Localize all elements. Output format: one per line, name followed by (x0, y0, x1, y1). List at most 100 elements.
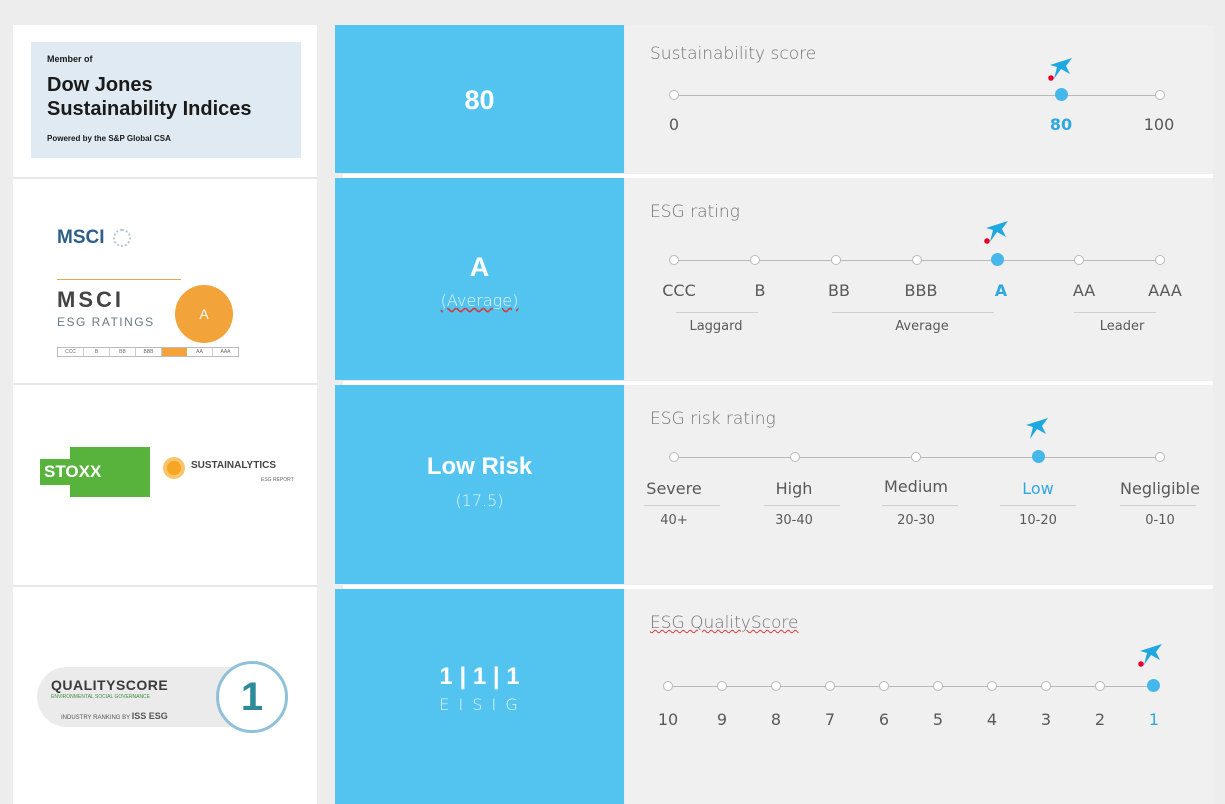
scale-node-a (991, 253, 1004, 266)
msci-wordmark: MSCI (57, 227, 131, 249)
stoxx-brand-text: STOXX (44, 462, 102, 481)
msci-logo: MSCI MSCI ESG RATINGS A CCC B BB BBB A A… (13, 185, 317, 380)
rating-cell-qualityscore: ESG QualityScore 10 9 8 7 6 5 4 3 2 1 (626, 589, 1213, 804)
tick-label: Medium (884, 477, 948, 496)
tick-label: Negligible (1120, 479, 1200, 498)
tick-label: 10 (657, 710, 679, 729)
tick-label: Severe (646, 479, 702, 498)
scale-node-medium (911, 452, 921, 462)
msci-esg-sub: ESG RATINGS (57, 315, 155, 329)
logo-column: Member of Dow Jones Sustainability Indic… (13, 25, 317, 804)
rating-cell-sustainability: Sustainability score 0 80 100 (626, 25, 1213, 173)
msci-scale-b: B (84, 348, 110, 356)
djsi-logo: Member of Dow Jones Sustainability Indic… (31, 42, 301, 158)
group-label: Leader (1099, 319, 1145, 334)
caixabank-star-icon (1048, 58, 1072, 81)
score-sub: (Average) (440, 291, 519, 310)
djsi-title-1: Dow Jones (47, 74, 153, 96)
caixabank-star-icon (1138, 644, 1162, 667)
scale-node-high (790, 452, 800, 462)
tick-label: 4 (986, 710, 998, 729)
djsi-member-of: Member of (47, 54, 93, 64)
score-sub: (17.5) (455, 491, 504, 510)
msci-badge-text: A (199, 306, 209, 322)
scale-node-5 (933, 681, 943, 691)
tick-label: 2 (1094, 710, 1106, 729)
msci-globe-icon (112, 228, 131, 247)
qualityscore-provider: INDUSTRY RANKING BY ISS ESG (61, 711, 168, 721)
scale-node-4 (987, 681, 997, 691)
msci-scale-ccc: CCC (58, 348, 84, 356)
sustainalytics-brand: SUSTAINALYTICS (191, 460, 277, 471)
tick-label-active: A (994, 281, 1008, 300)
msci-esg-brand: MSCI (57, 287, 124, 312)
score-value: 1 | 1 | 1 (439, 663, 520, 690)
tick-label: 7 (824, 710, 836, 729)
score-cell-sustainability: 80 (335, 25, 624, 173)
rating-title: ESG QualityScore (650, 613, 799, 633)
tick-label: 0 (668, 115, 680, 134)
msci-scale-aaa: AAA (220, 349, 231, 355)
qualityscore-tagline: ENVIRONMENTAL SOCIAL GOVERNANCE (51, 694, 150, 700)
tick-label-active: 1 (1148, 710, 1160, 729)
range-label: 30-40 (775, 513, 813, 528)
caixabank-star-icon (1026, 418, 1048, 439)
rating-cell-esg-risk: ESG risk rating Severe High Medium Low N… (626, 385, 1213, 584)
score-cell-qualityscore: 1 | 1 | 1 E I S I G (335, 589, 624, 804)
caixabank-star-icon (984, 221, 1008, 244)
scale-node-low (1032, 450, 1045, 463)
range-label: 40+ (660, 513, 688, 528)
msci-wordmark-text: MSCI (57, 227, 105, 248)
scale-node-aaa (1155, 255, 1165, 265)
scale-node-bb (831, 255, 841, 265)
msci-scale-bb: BB (110, 348, 136, 356)
scale-node-80 (1055, 88, 1068, 101)
scale-node-negligible (1155, 452, 1165, 462)
msci-scale-bbb: BBB (136, 348, 162, 356)
tick-label: 9 (716, 710, 728, 729)
qualityscore-brand: QUALITYSCORE (51, 677, 169, 693)
msci-scale-aa: AA (187, 348, 213, 356)
tick-label: BBB (904, 281, 938, 300)
scale-node-1 (1147, 679, 1160, 692)
msci-scale-a: A (162, 348, 187, 356)
qualityscore-logo: QUALITYSCORE ENVIRONMENTAL SOCIAL GOVERN… (13, 589, 317, 804)
scale-node-3 (1041, 681, 1051, 691)
tick-label: BB (828, 281, 850, 300)
sustainalytics-sub: ESG REPORT (261, 477, 294, 483)
tick-label: High (775, 479, 813, 498)
rating-cell-esg-rating: ESG rating CCC B BB BBB A AA AAA Laggard… (626, 178, 1213, 380)
tick-label: 100 (1143, 115, 1175, 134)
qualityscore-provider-text: INDUSTRY RANKING BY (61, 715, 131, 721)
djsi-title-2: Sustainability Indices (47, 98, 252, 120)
stoxx-block-top (70, 447, 150, 459)
scale-node-6 (879, 681, 889, 691)
qualityscore-badge: 1 (216, 661, 288, 733)
qualityscore-badge-text: 1 (240, 675, 264, 719)
scale-node-10 (663, 681, 673, 691)
scale-node-b (750, 255, 760, 265)
rating-title: Sustainability score (650, 44, 817, 64)
tick-label: 3 (1040, 710, 1052, 729)
scale-node-severe (669, 452, 679, 462)
sustainalytics-sun-icon (163, 457, 185, 479)
scale-node-100 (1155, 90, 1165, 100)
score-cell-esg-rating: A (Average) (335, 178, 624, 380)
score-value: 80 (464, 85, 495, 115)
rating-title: ESG rating (650, 202, 740, 222)
tick-label: 6 (878, 710, 890, 729)
scale-node-0 (669, 90, 679, 100)
msci-divider (57, 279, 181, 280)
tick-label: 5 (932, 710, 944, 729)
tick-label: 8 (770, 710, 782, 729)
msci-scale-bar: CCC B BB BBB A AA AAA (57, 347, 239, 357)
tick-label: B (754, 281, 766, 300)
scale-node-ccc (669, 255, 679, 265)
rating-title: ESG risk rating (650, 409, 776, 429)
qualityscore-provider-brand: ISS ESG (131, 711, 168, 721)
score-cell-esg-risk: Low Risk (17.5) (335, 385, 624, 584)
range-label: 10-20 (1019, 513, 1057, 528)
stoxx-sustainalytics-logo: STOXX SUSTAINALYTICS ESG REPORT (13, 387, 317, 582)
group-label: Laggard (689, 319, 743, 334)
djsi-powered-by: Powered by the S&P Global CSA (47, 134, 171, 143)
